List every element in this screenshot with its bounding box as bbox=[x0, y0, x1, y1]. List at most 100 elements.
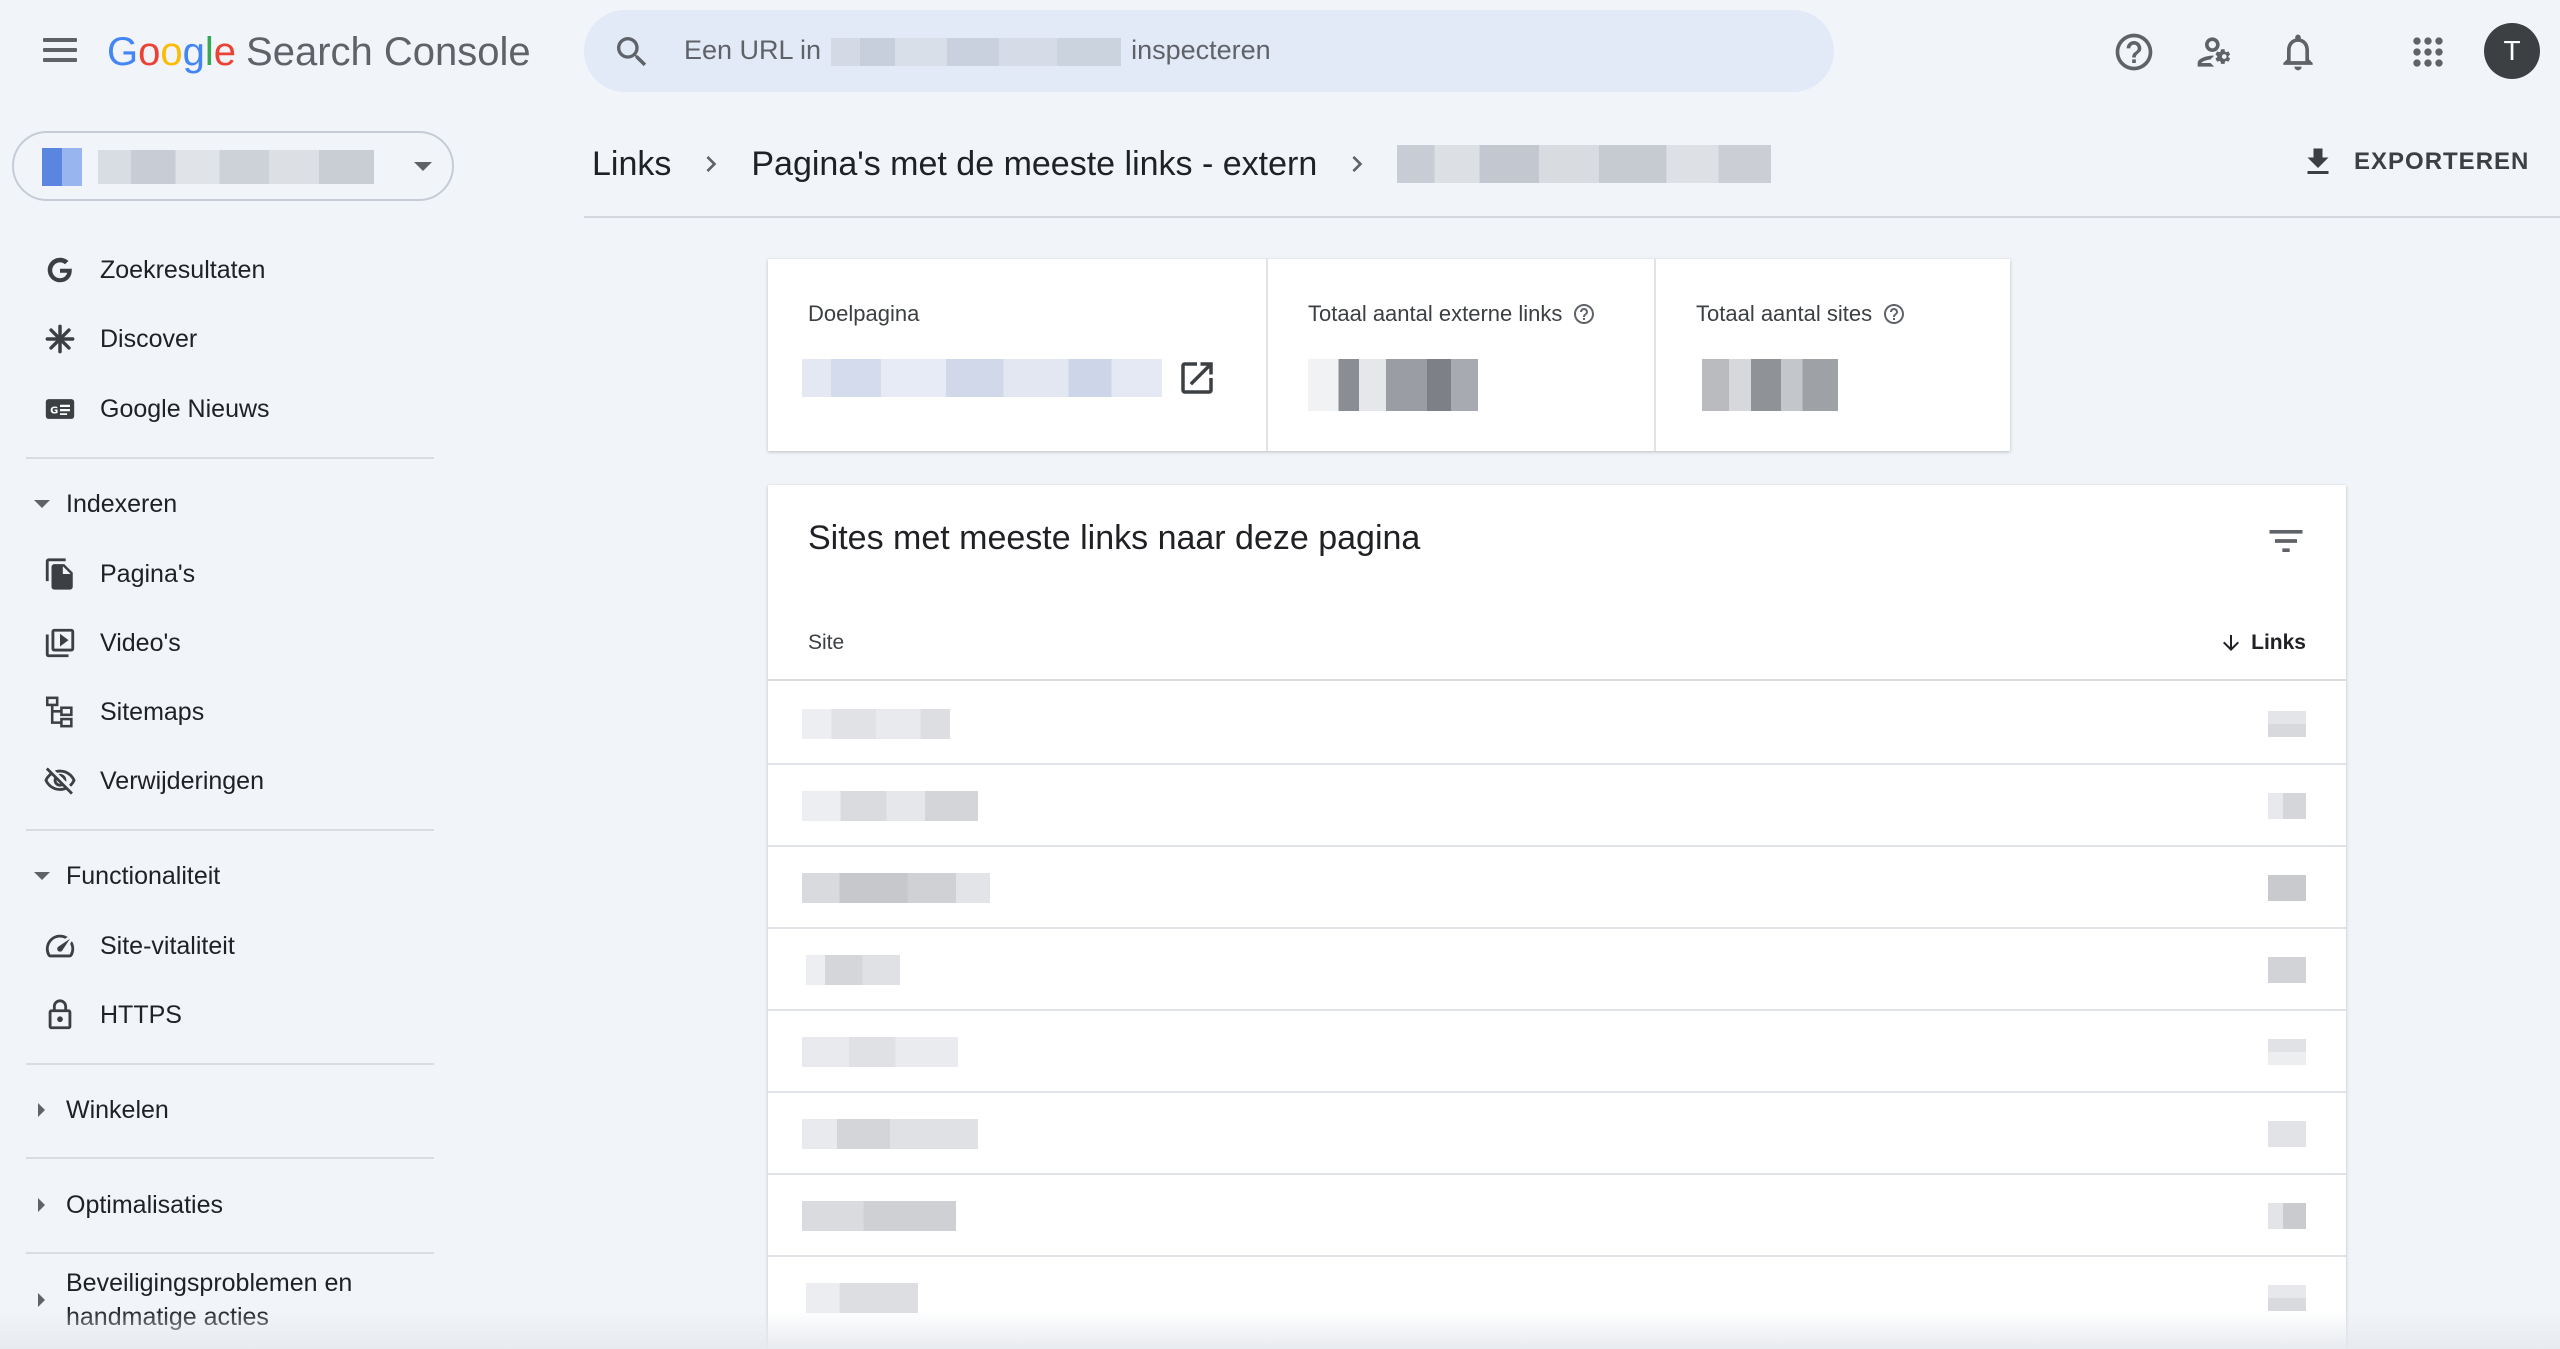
summary-cards: Doelpagina Totaal aantal externe links T… bbox=[768, 259, 2010, 451]
sidebar-divider bbox=[26, 829, 434, 831]
property-selector[interactable] bbox=[12, 131, 454, 201]
expanded-arrow-icon bbox=[34, 872, 50, 880]
table-row[interactable] bbox=[768, 683, 2346, 765]
url-inspect-search-bar[interactable]: Een URL in inspecteren bbox=[584, 10, 1834, 92]
pages-icon bbox=[40, 554, 80, 594]
table-row[interactable] bbox=[768, 1011, 2346, 1093]
card-title-text: Totaal aantal externe links bbox=[1308, 301, 1563, 326]
card-title: Doelpagina bbox=[808, 301, 919, 327]
export-button[interactable]: EXPORTEREN bbox=[2300, 140, 2529, 184]
sidebar-item-label: HTTPS bbox=[100, 1000, 182, 1029]
column-header-links-label: Links bbox=[2251, 631, 2306, 654]
help-icon[interactable] bbox=[1572, 302, 1596, 326]
video-icon bbox=[40, 623, 80, 663]
help-icon[interactable] bbox=[2112, 30, 2156, 74]
collapsed-arrow-icon bbox=[38, 1293, 45, 1307]
link-count-redacted bbox=[2268, 957, 2306, 983]
link-count-redacted bbox=[2268, 1039, 2306, 1065]
table-row[interactable] bbox=[768, 765, 2346, 847]
search-icon bbox=[617, 37, 647, 67]
link-count-redacted bbox=[2268, 793, 2306, 819]
card-title-text: Doelpagina bbox=[808, 301, 920, 326]
section-beveiliging[interactable]: Beveiligingsproblemen en handmatige acti… bbox=[0, 1264, 440, 1336]
column-header-links[interactable]: Links bbox=[2219, 631, 2306, 655]
sidebar-item-zoekresultaten[interactable]: Zoekresultaten bbox=[0, 237, 440, 303]
speed-icon bbox=[40, 926, 80, 966]
table-row[interactable] bbox=[768, 847, 2346, 929]
manage-users-icon[interactable] bbox=[2194, 30, 2238, 74]
total-external-links-card: Totaal aantal externe links bbox=[1268, 259, 1656, 451]
sidebar-item-site-vitaliteit[interactable]: Site-vitaliteit bbox=[0, 913, 440, 979]
download-icon bbox=[2307, 148, 2329, 174]
sidebar-item-verwijderingen[interactable]: Verwijderingen bbox=[0, 748, 440, 814]
sidebar-item-videos[interactable]: Video's bbox=[0, 610, 440, 676]
collapsed-arrow-icon bbox=[38, 1198, 45, 1212]
google-g-icon bbox=[40, 250, 80, 290]
sidebar-item-discover[interactable]: Discover bbox=[0, 306, 440, 372]
column-header-site[interactable]: Site bbox=[808, 631, 844, 655]
table-row[interactable] bbox=[768, 1093, 2346, 1175]
sidebar-item-label: Verwijderingen bbox=[100, 766, 264, 795]
sidebar-item-label: Video's bbox=[100, 628, 181, 657]
section-indexeren[interactable]: Indexeren bbox=[0, 486, 440, 522]
visibility-off-icon bbox=[40, 761, 80, 801]
breadcrumb-current-page-redacted bbox=[1397, 145, 1772, 183]
section-label: Winkelen bbox=[66, 1096, 169, 1124]
logo-letter: e bbox=[213, 30, 237, 74]
breadcrumb: Links Pagina's met de meeste links - ext… bbox=[592, 140, 1772, 188]
logo-letter: o bbox=[138, 30, 161, 74]
sitemap-icon bbox=[40, 692, 80, 732]
chevron-down-icon bbox=[414, 162, 432, 171]
link-count-redacted bbox=[2268, 875, 2306, 901]
filter-icon[interactable] bbox=[2264, 519, 2308, 563]
section-winkelen[interactable]: Winkelen bbox=[0, 1092, 440, 1128]
target-page-card: Doelpagina bbox=[768, 259, 1268, 451]
sidebar-item-google-nieuws[interactable]: G Google Nieuws bbox=[0, 376, 440, 442]
sidebar-divider bbox=[26, 1252, 434, 1254]
link-count-redacted bbox=[2268, 1285, 2306, 1311]
total-links-value-redacted bbox=[1308, 359, 1478, 411]
site-name-redacted bbox=[802, 791, 978, 821]
google-search-console-logo[interactable]: Google Search Console bbox=[107, 26, 531, 78]
open-in-new-icon[interactable] bbox=[1176, 357, 1218, 399]
lock-icon bbox=[40, 995, 80, 1035]
card-title-text: Totaal aantal sites bbox=[1696, 301, 1873, 326]
top-linking-sites-table: Sites met meeste links naar deze pagina … bbox=[768, 485, 2346, 1349]
target-url-redacted[interactable] bbox=[802, 359, 1162, 397]
table-row[interactable] bbox=[768, 1257, 2346, 1339]
header-divider bbox=[584, 216, 2560, 218]
link-count-redacted bbox=[2268, 711, 2306, 737]
sidebar-item-sitemaps[interactable]: Sitemaps bbox=[0, 679, 440, 745]
section-label: Optimalisaties bbox=[66, 1191, 223, 1219]
property-url-redacted bbox=[831, 37, 1122, 66]
breadcrumb-links[interactable]: Links bbox=[592, 145, 671, 184]
product-name: Search Console bbox=[246, 30, 531, 74]
top-app-bar: Google Search Console Een URL in inspecter… bbox=[0, 0, 2560, 104]
table-row[interactable] bbox=[768, 929, 2346, 1011]
account-avatar[interactable]: T bbox=[2484, 23, 2540, 79]
notifications-icon[interactable] bbox=[2276, 30, 2320, 74]
sidebar-item-paginas[interactable]: Pagina's bbox=[0, 541, 440, 607]
section-functionaliteit[interactable]: Functionaliteit bbox=[0, 858, 440, 894]
sidebar-item-label: Sitemaps bbox=[100, 697, 205, 726]
site-name-redacted bbox=[802, 1119, 978, 1149]
sidebar-item-label: Site-vitaliteit bbox=[100, 931, 235, 960]
table-row[interactable] bbox=[768, 1175, 2346, 1257]
sidebar-item-label: Google Nieuws bbox=[100, 394, 270, 423]
sidebar-divider bbox=[26, 1063, 434, 1065]
total-sites-value-redacted bbox=[1702, 359, 1838, 411]
collapsed-arrow-icon bbox=[38, 1103, 45, 1117]
link-count-redacted bbox=[2268, 1203, 2306, 1229]
search-placeholder-suffix: inspecteren bbox=[1131, 35, 1271, 65]
section-optimalisaties[interactable]: Optimalisaties bbox=[0, 1187, 440, 1223]
breadcrumb-top-pages-external[interactable]: Pagina's met de meeste links - extern bbox=[751, 145, 1317, 184]
apps-icon[interactable] bbox=[2406, 30, 2450, 74]
section-label: Functionaliteit bbox=[66, 862, 221, 890]
table-header: Site Links bbox=[768, 609, 2346, 681]
sidebar-item-https[interactable]: HTTPS bbox=[0, 982, 440, 1048]
menu-icon[interactable] bbox=[40, 34, 80, 66]
search-placeholder[interactable]: Een URL in inspecteren bbox=[684, 35, 1271, 66]
card-title: Totaal aantal externe links bbox=[1308, 301, 1596, 327]
section-label: Indexeren bbox=[66, 490, 178, 518]
help-icon[interactable] bbox=[1882, 302, 1906, 326]
